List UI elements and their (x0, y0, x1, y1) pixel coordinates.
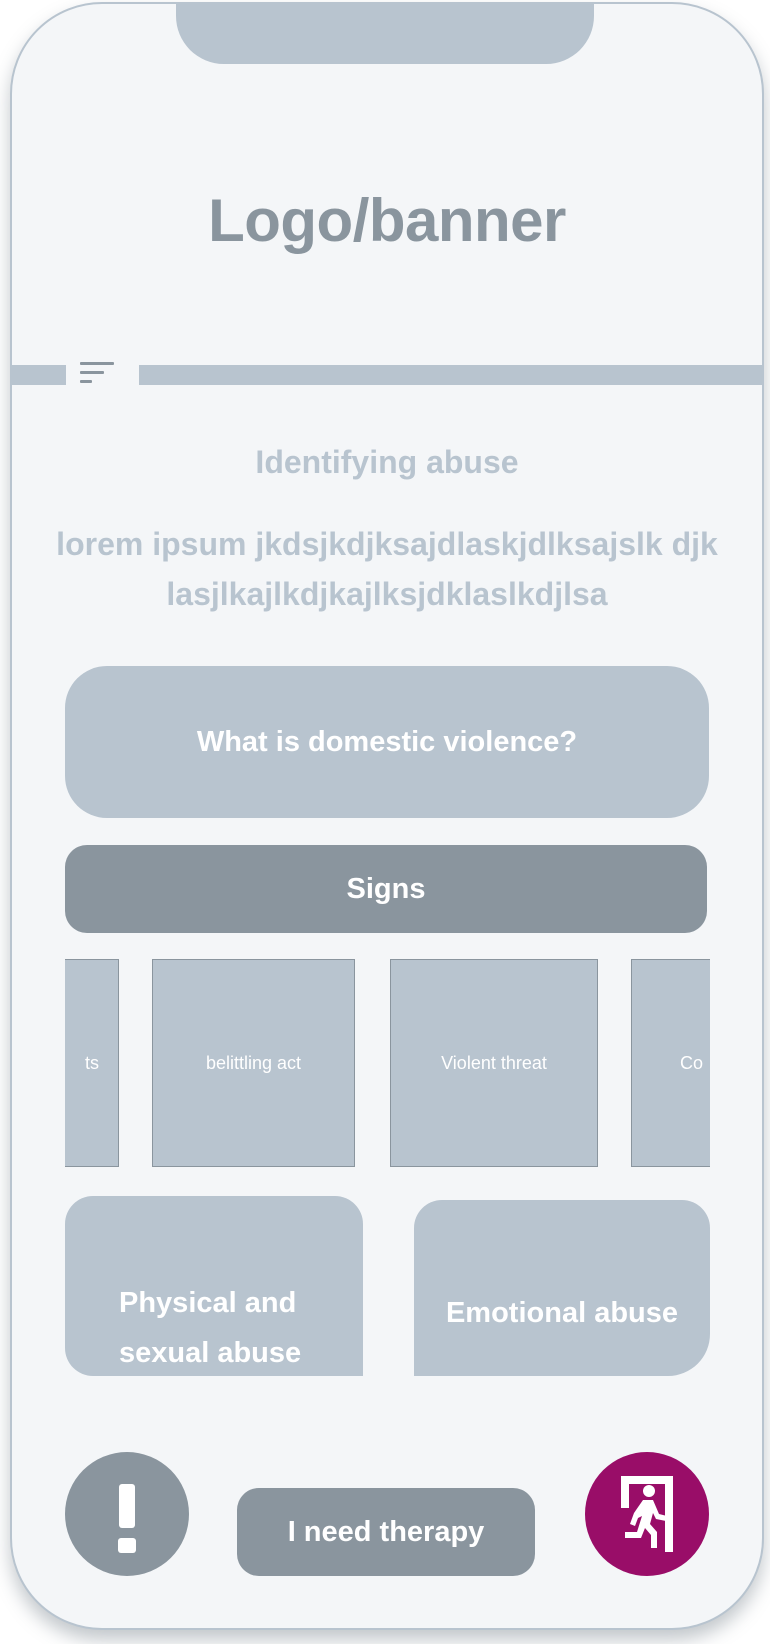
i-need-therapy-button[interactable]: I need therapy (237, 1488, 535, 1576)
exclamation-dot (118, 1538, 136, 1553)
emotional-abuse-label: Emotional abuse (445, 1296, 679, 1329)
sign-card-label: Violent threat (441, 1052, 547, 1073)
sign-card[interactable]: Co (631, 959, 710, 1167)
device-notch (176, 4, 594, 64)
physical-sexual-abuse-label: Physical and sexual abuse (119, 1287, 302, 1369)
nav-bar-segment-left (12, 365, 66, 385)
sign-card-label: ts (84, 1052, 99, 1073)
phone-frame: Logo/banner Identifying abuse lorem ipsu… (10, 2, 764, 1630)
menu-icon[interactable] (80, 362, 120, 390)
what-card-label: What is domestic violence? (196, 725, 578, 758)
signs-carousel[interactable]: ts belittling act Violent threat Co (65, 959, 710, 1171)
sign-card-label: belittling act (205, 1052, 302, 1073)
emotional-abuse-card[interactable]: Emotional abuse (414, 1200, 710, 1376)
section-title: Identifying abuse (255, 444, 519, 480)
emergency-exit-icon (621, 1476, 673, 1552)
alert-button[interactable] (65, 1452, 189, 1576)
what-is-domestic-violence-card[interactable]: What is domestic violence? (65, 666, 709, 818)
logo-banner: Logo/banner (208, 187, 566, 254)
sign-card[interactable]: ts (65, 959, 119, 1167)
intro-text: lorem ipsum jkdsjkdjksajdlaskjdlksajslk … (56, 526, 718, 612)
signs-button-label: Signs (346, 872, 426, 905)
quick-exit-button[interactable] (585, 1452, 709, 1576)
physical-sexual-abuse-card[interactable]: Physical and sexual abuse (65, 1196, 363, 1376)
sign-card[interactable]: belittling act (152, 959, 355, 1167)
exclamation-icon (119, 1484, 135, 1528)
therapy-button-label: I need therapy (287, 1515, 485, 1548)
sign-card[interactable]: Violent threat (390, 959, 598, 1167)
signs-button[interactable]: Signs (65, 845, 707, 933)
nav-bar-segment-right (139, 365, 762, 385)
sign-card-label: Co (680, 1052, 704, 1073)
